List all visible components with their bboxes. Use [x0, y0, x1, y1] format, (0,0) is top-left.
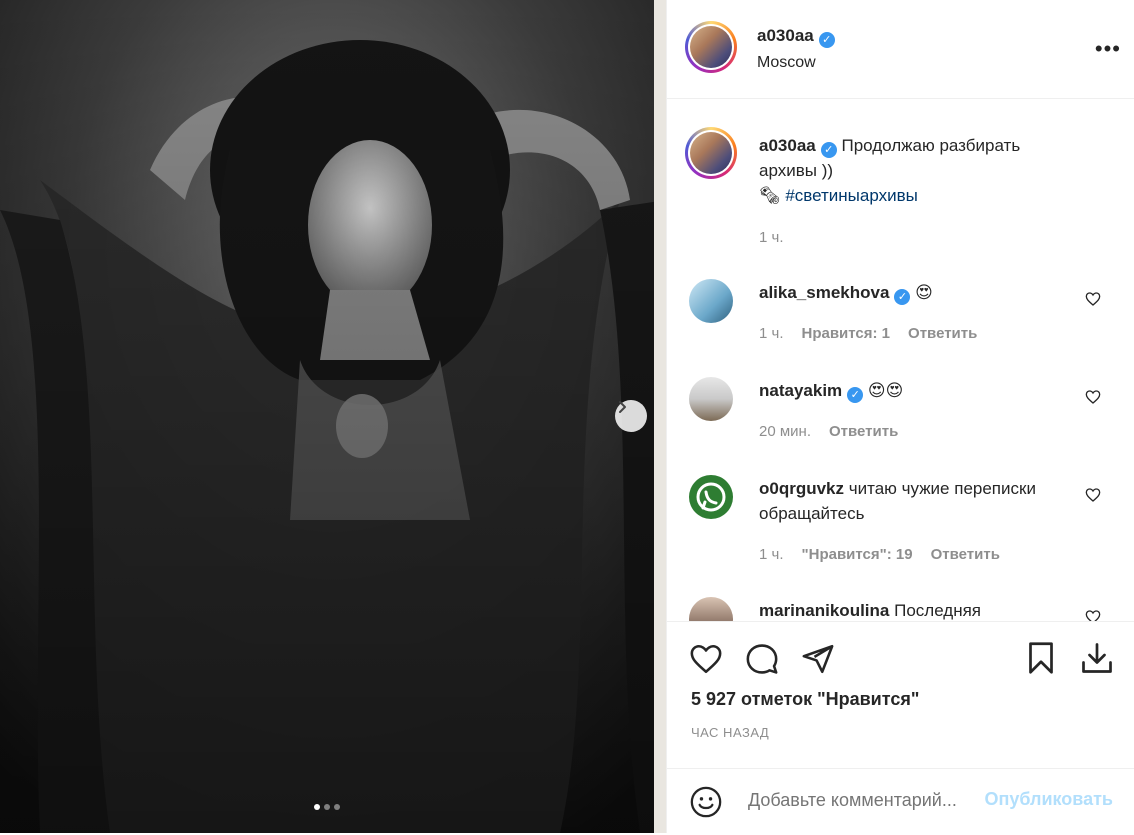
bookmark-icon[interactable] [1023, 640, 1059, 676]
comment-avatar[interactable] [689, 377, 733, 421]
caption-emoji: 🗞 [759, 186, 781, 205]
caption-username[interactable]: a030aa [759, 136, 816, 155]
comment-avatar[interactable] [689, 279, 733, 323]
emoji-smiley-icon[interactable] [689, 785, 723, 819]
comment-username[interactable]: marinanikoulina [759, 601, 889, 620]
share-send-icon[interactable] [801, 642, 835, 676]
comment-input[interactable] [746, 789, 975, 812]
likes-count[interactable]: 5 927 отметок "Нравится" [691, 689, 919, 710]
verified-badge-icon: ✓ [894, 289, 911, 305]
post-header: a030aa ✓ Moscow ••• [667, 0, 1134, 99]
comment-like-heart-icon[interactable] [1085, 291, 1101, 307]
publish-button[interactable]: Опубликовать [984, 789, 1113, 810]
comment-username[interactable]: o0qrguvkz [759, 479, 844, 498]
reply-button[interactable]: Ответить [829, 423, 898, 440]
chevron-right-icon [619, 401, 626, 413]
comment: natayakim ✓ 😍😍 [759, 378, 903, 403]
author-username[interactable]: a030aa [757, 26, 814, 45]
more-options-icon[interactable]: ••• [1095, 36, 1121, 62]
post-location[interactable]: Moscow [757, 54, 816, 72]
carousel-dot [324, 804, 330, 810]
comment-time[interactable]: 1 ч. [759, 546, 784, 563]
caption-meta: 1 ч. [759, 229, 784, 246]
author-avatar[interactable] [685, 21, 737, 73]
reply-button[interactable]: Ответить [931, 546, 1000, 563]
verified-badge-icon: ✓ [847, 387, 864, 403]
carousel-indicator [314, 804, 340, 810]
download-icon[interactable] [1079, 640, 1115, 676]
photo-paper-edge [654, 0, 666, 833]
comment-text: Последняя [894, 601, 982, 620]
comment-bubble-icon[interactable] [745, 642, 779, 676]
caption-time[interactable]: 1 ч. [759, 229, 784, 246]
comments-list[interactable]: a030aa ✓ Продолжаю разбирать архивы )) 🗞 … [667, 99, 1134, 621]
post-side-panel: a030aa ✓ Moscow ••• a030aa ✓ Продолжаю раз… [666, 0, 1134, 833]
photo-shade [0, 0, 666, 833]
comment-username[interactable]: natayakim [759, 381, 842, 400]
like-heart-icon[interactable] [689, 642, 723, 676]
comment-meta: 1 ч. "Нравится": 19 Ответить [759, 546, 1000, 563]
add-comment-bar: Опубликовать [667, 768, 1134, 835]
comment-like-heart-icon[interactable] [1085, 389, 1101, 405]
whatsapp-icon [696, 482, 726, 512]
comment-avatar[interactable] [689, 475, 733, 519]
comment: marinanikoulina Последняя [759, 598, 981, 621]
carousel-dot-active [314, 804, 320, 810]
verified-badge-icon: ✓ [818, 32, 835, 48]
comment-like-heart-icon[interactable] [1085, 487, 1101, 503]
comment-meta: 20 мин. Ответить [759, 423, 898, 440]
carousel-dot [334, 804, 340, 810]
post-photo[interactable] [0, 0, 666, 833]
caption-avatar[interactable] [685, 127, 737, 179]
comment-likes[interactable]: "Нравится": 19 [802, 546, 913, 563]
comment-username[interactable]: alika_smekhova [759, 283, 889, 302]
caption: a030aa ✓ Продолжаю разбирать архивы )) 🗞 … [759, 133, 1079, 208]
comment: o0qrguvkz читаю чужие переписки обращайт… [759, 476, 1059, 526]
comment-like-heart-icon[interactable] [1085, 609, 1101, 621]
verified-badge-icon: ✓ [820, 142, 837, 158]
post-time[interactable]: ЧАС НАЗАД [691, 725, 769, 740]
comment-avatar[interactable] [689, 597, 733, 621]
comment-time[interactable]: 20 мин. [759, 423, 811, 440]
carousel-next-button[interactable] [615, 400, 647, 432]
comment: alika_smekhova ✓ 😍 [759, 280, 933, 305]
comment-text: 😍😍 [867, 381, 904, 400]
comment-likes[interactable]: Нравится: 1 [802, 325, 891, 342]
caption-hashtag[interactable]: #светиныархивы [785, 186, 918, 205]
comment-time[interactable]: 1 ч. [759, 325, 784, 342]
comment-meta: 1 ч. Нравится: 1 Ответить [759, 325, 977, 342]
comment-text: 😍 [915, 283, 933, 302]
post-actions: 5 927 отметок "Нравится" ЧАС НАЗАД Опубл… [667, 621, 1134, 834]
reply-button[interactable]: Ответить [908, 325, 977, 342]
